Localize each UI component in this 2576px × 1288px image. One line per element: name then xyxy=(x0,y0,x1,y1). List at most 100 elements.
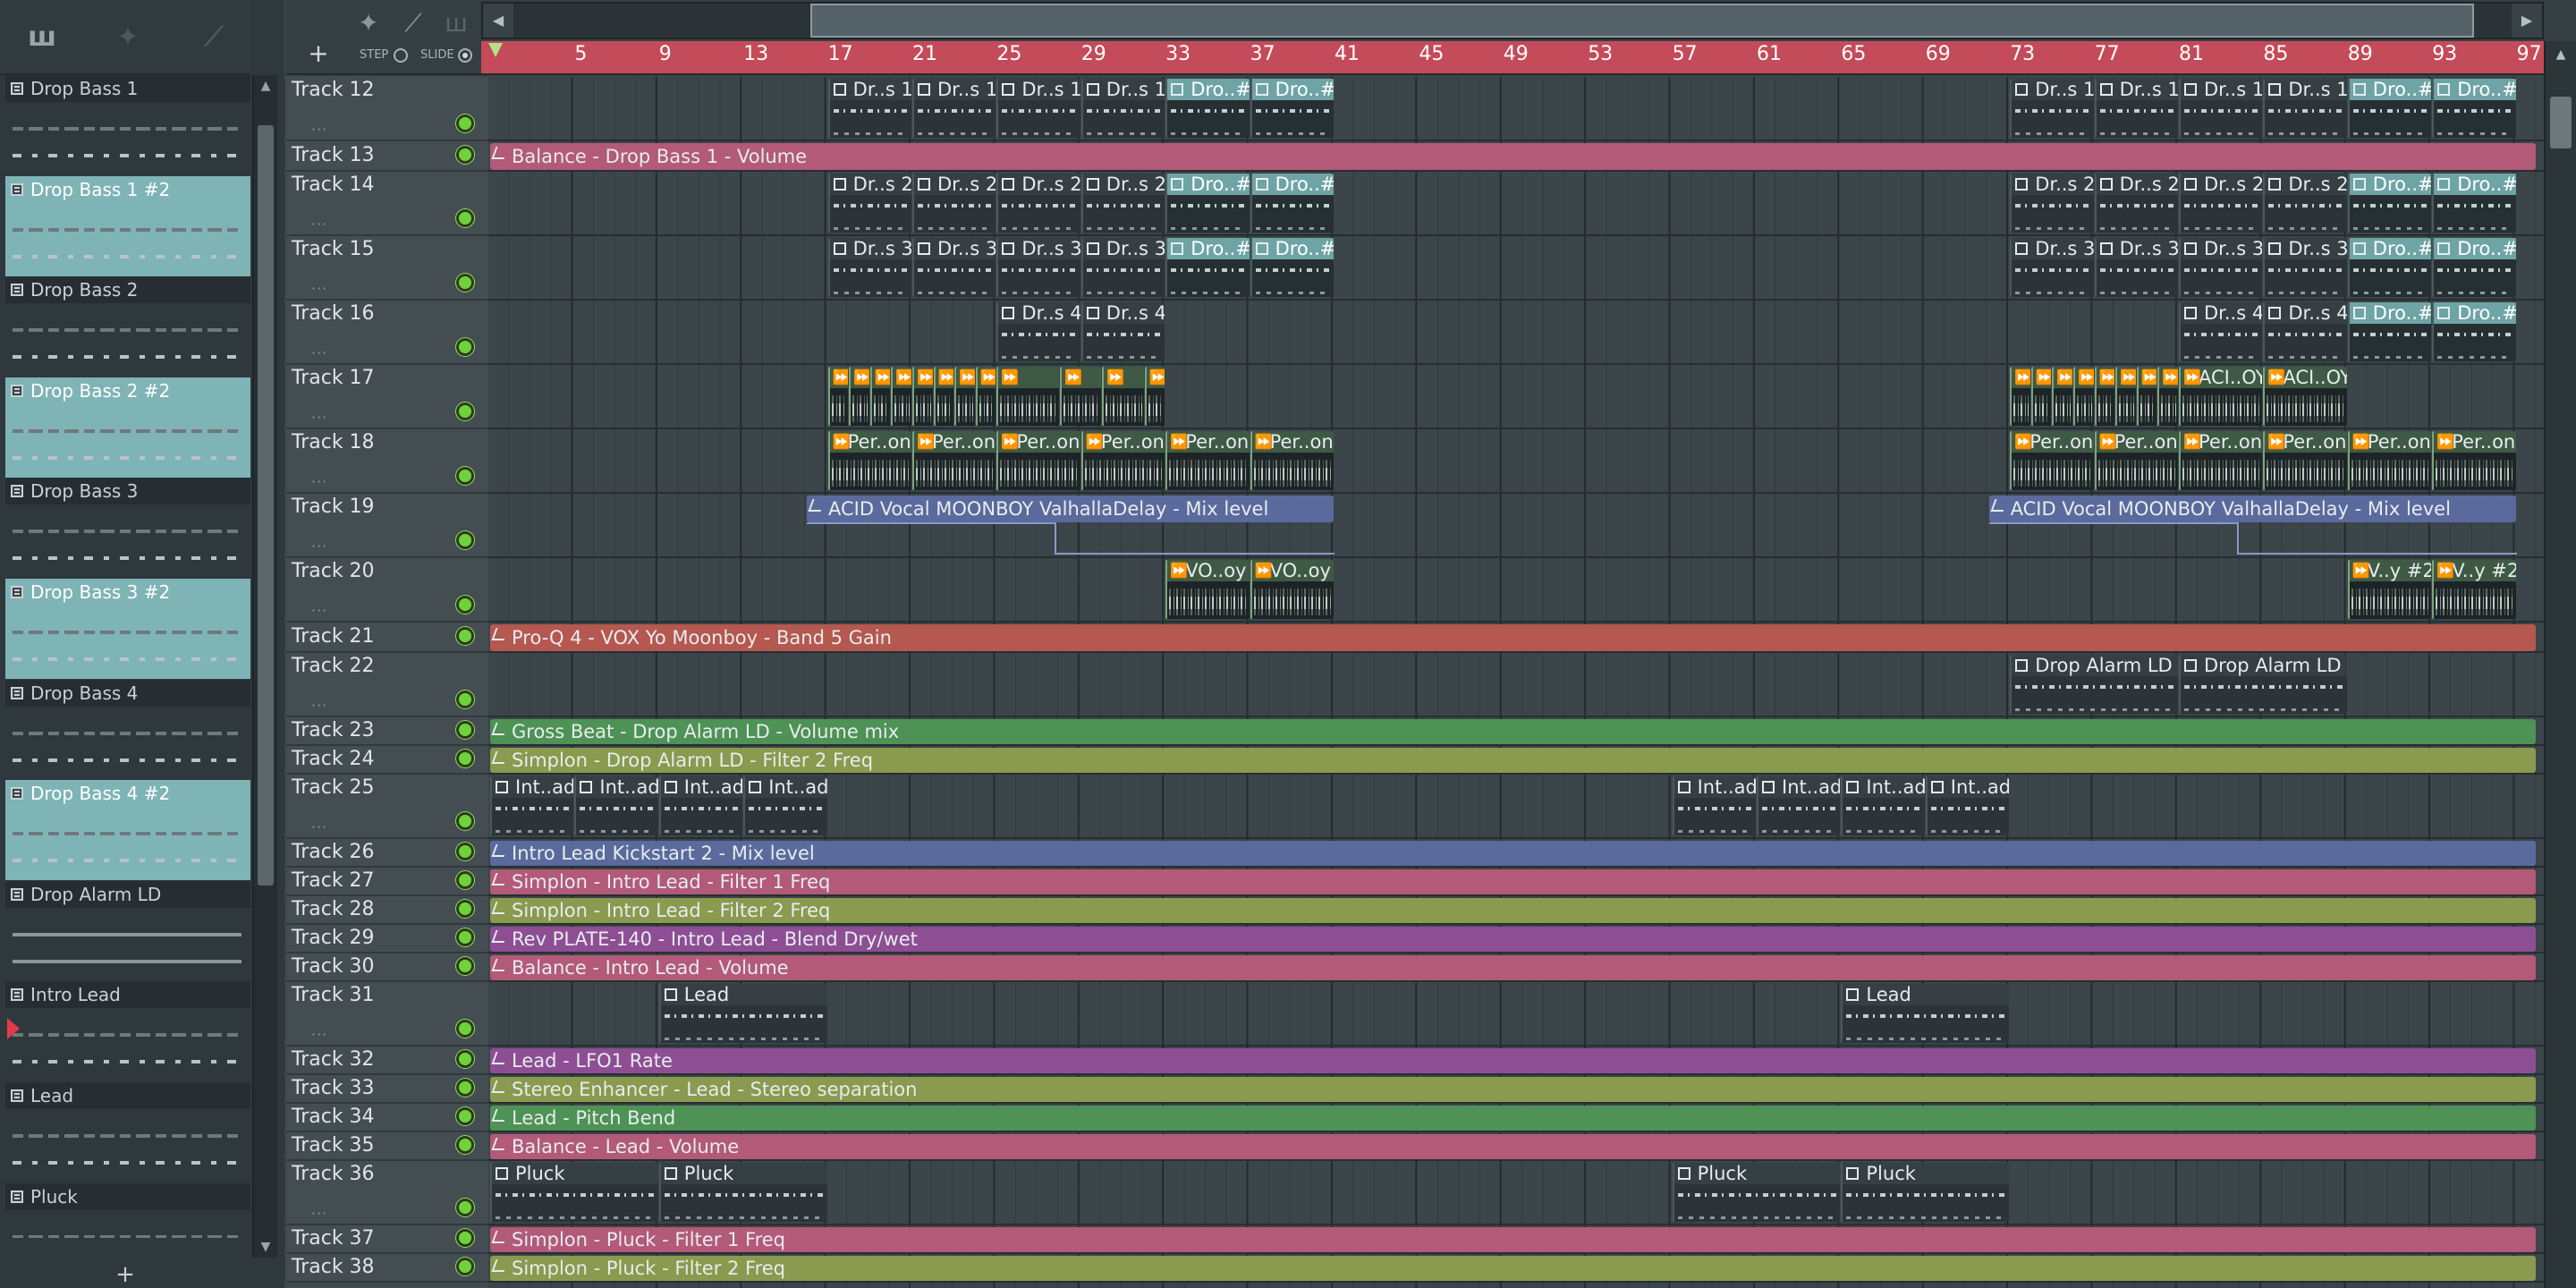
step-radio[interactable] xyxy=(394,48,408,63)
automation-clip[interactable]: ACID Vocal MOONBOY ValhallaDelay - Mix l… xyxy=(807,496,1334,522)
pattern-clip[interactable]: Dro..#2 xyxy=(1165,79,1250,138)
add-track-button[interactable]: + xyxy=(292,36,345,72)
audio-clip[interactable]: ⏩ xyxy=(975,367,996,426)
track-mute-led[interactable] xyxy=(456,146,474,164)
pattern-clip[interactable]: Dr..s 1 xyxy=(2094,79,2178,138)
track-mute-led[interactable] xyxy=(456,1020,474,1038)
pattern-clip[interactable]: Int..ad xyxy=(1925,776,2010,835)
picker-scroll-thumb[interactable] xyxy=(258,125,274,886)
automation-clip[interactable]: Simplon - Intro Lead - Filter 1 Freq xyxy=(490,869,2536,894)
overview-window[interactable] xyxy=(810,4,2474,38)
picker-add-button[interactable]: + xyxy=(0,1261,250,1288)
automation-tool-icon[interactable]: ⟋ xyxy=(394,7,433,39)
audio-clip[interactable]: VO..oy ⏩ xyxy=(1165,560,1250,619)
scroll-right-icon[interactable]: ▶ xyxy=(2512,4,2542,38)
pattern-clip[interactable]: Dr..s 3 xyxy=(2263,238,2347,297)
track-header[interactable]: Track 23 xyxy=(286,717,488,746)
pattern-clip[interactable]: Pluck xyxy=(490,1163,658,1222)
pattern-clip[interactable]: Dr..s 2 xyxy=(1080,174,1165,233)
pattern-clip[interactable]: Dro..#2 xyxy=(1250,174,1334,233)
track-header[interactable]: Track 18 ··· xyxy=(286,429,488,494)
track-mute-led[interactable] xyxy=(456,957,474,975)
track-mute-led[interactable] xyxy=(456,691,474,708)
picker-scroll-down-icon[interactable]: ▼ xyxy=(254,1236,277,1258)
pattern-clip[interactable]: Dr..s 3 xyxy=(2094,238,2178,297)
pattern-clip[interactable]: Dro..#2 xyxy=(1165,238,1250,297)
pattern-clip[interactable]: Dro..#2 xyxy=(1165,174,1250,233)
track-mute-led[interactable] xyxy=(456,1258,474,1275)
automation-clip[interactable]: Rev PLATE-140 - Intro Lead - Blend Dry/w… xyxy=(490,927,2536,952)
pattern-clip[interactable]: Dr..s 1 xyxy=(1080,79,1165,138)
automation-clip[interactable]: Lead - Pitch Bend xyxy=(490,1106,2536,1131)
audio-clip[interactable]: ⏩ xyxy=(2010,367,2030,426)
picker-item[interactable]: Drop Alarm LD xyxy=(5,881,250,981)
pattern-clip[interactable]: Dr..s 1 xyxy=(996,79,1080,138)
pattern-clip[interactable]: Dr..s 4 xyxy=(2263,302,2347,361)
audio-clip[interactable]: ⏩ xyxy=(2052,367,2072,426)
pattern-clip[interactable]: Int..ad xyxy=(490,776,574,835)
pattern-clip[interactable]: Dr..s 4 xyxy=(1080,302,1165,361)
track-mute-led[interactable] xyxy=(456,402,474,420)
pattern-clip[interactable]: Dro..#2 xyxy=(2347,79,2432,138)
pattern-clip[interactable]: Int..ad xyxy=(658,776,743,835)
pattern-clip[interactable]: Pluck xyxy=(1672,1163,1841,1222)
audio-clip[interactable]: Per..on ⏩ xyxy=(2347,431,2432,490)
song-position-marker-icon[interactable] xyxy=(488,43,503,57)
audio-clip[interactable]: V..y #2 ⏩ xyxy=(2432,560,2516,619)
track-header[interactable]: Track 15 ··· xyxy=(286,236,488,301)
pattern-clip[interactable]: Dr..s 1 xyxy=(827,79,911,138)
pattern-clip[interactable]: Dro..#2 xyxy=(1250,79,1334,138)
pattern-clip[interactable]: Drop Alarm LD xyxy=(2010,655,2178,714)
audio-clip[interactable]: Per..on ⏩ xyxy=(996,431,1080,490)
track-mute-led[interactable] xyxy=(456,114,474,132)
track-mute-led[interactable] xyxy=(456,812,474,830)
track-mute-led[interactable] xyxy=(456,531,474,549)
track-header[interactable]: Track 13 xyxy=(286,141,488,172)
audio-clip[interactable]: Per..on ⏩ xyxy=(912,431,996,490)
audio-clip[interactable]: Per..on ⏩ xyxy=(1250,431,1334,490)
pattern-clip[interactable]: Dro..#2 xyxy=(2347,174,2432,233)
track-header[interactable]: Track 26 xyxy=(286,839,488,868)
picker-item[interactable]: Drop Bass 2 #2 xyxy=(5,377,250,478)
track-header[interactable]: Track 30 xyxy=(286,953,488,982)
audio-clip[interactable]: ⏩ xyxy=(1144,367,1165,426)
track-mute-led[interactable] xyxy=(456,467,474,485)
track-header[interactable]: Track 31 ··· xyxy=(286,982,488,1046)
track-mute-led[interactable] xyxy=(456,871,474,889)
track-mute-led[interactable] xyxy=(456,1050,474,1068)
track-mute-led[interactable] xyxy=(456,1136,474,1154)
automation-clip[interactable]: Pro-Q 4 - VOX Yo Moonboy - Band 5 Gain xyxy=(490,624,2536,651)
automation-clip[interactable]: Simplon - Drop Alarm LD - Filter 2 Freq xyxy=(490,748,2536,773)
pattern-tool-icon[interactable]: ш xyxy=(436,7,476,39)
audio-clip[interactable]: ⏩ xyxy=(849,367,869,426)
pattern-clip[interactable]: Int..ad xyxy=(743,776,827,835)
picker-scrollbar[interactable]: ▲ ▼ xyxy=(252,75,277,1258)
pattern-clip[interactable]: Dr..s 2 xyxy=(912,174,996,233)
audio-clip[interactable]: ⏩ xyxy=(2094,367,2115,426)
audio-clip[interactable]: ⏩ xyxy=(827,367,849,426)
audio-clip[interactable]: ⏩ xyxy=(2073,367,2094,426)
audio-clip[interactable]: VO..oy ⏩ xyxy=(1250,560,1334,619)
track-header[interactable]: Track 38 xyxy=(286,1254,488,1283)
track-mute-led[interactable] xyxy=(456,1199,474,1216)
audio-clip[interactable]: Per..on ⏩ xyxy=(827,431,911,490)
pattern-clip[interactable]: Int..ad xyxy=(1757,776,1841,835)
pattern-clip[interactable]: Pluck xyxy=(1841,1163,2010,1222)
track-mute-led[interactable] xyxy=(456,843,474,860)
automation-view-icon[interactable]: ⟋ xyxy=(191,20,236,55)
track-mute-led[interactable] xyxy=(456,900,474,918)
track-mute-led[interactable] xyxy=(456,209,474,227)
track-header[interactable]: Track 35 xyxy=(286,1132,488,1161)
track-header[interactable]: Track 16 ··· xyxy=(286,301,488,365)
track-mute-led[interactable] xyxy=(456,928,474,946)
pattern-clip[interactable]: Lead xyxy=(1841,984,2010,1043)
pattern-clip[interactable]: Dr..s 3 xyxy=(2010,238,2094,297)
audio-clip[interactable]: ⏩ xyxy=(1102,367,1144,426)
pattern-clip[interactable]: Dr..s 3 xyxy=(1080,238,1165,297)
pattern-clip[interactable]: Dro..#2 xyxy=(1250,238,1334,297)
audio-clip[interactable]: ⏩ xyxy=(2136,367,2157,426)
pattern-clip[interactable]: Dr..s 1 xyxy=(2263,79,2347,138)
pattern-clip[interactable]: Dr..s 2 xyxy=(2179,174,2263,233)
picker-item[interactable]: Intro Lead xyxy=(5,981,250,1081)
picker-item[interactable]: Drop Bass 3 xyxy=(5,478,250,578)
